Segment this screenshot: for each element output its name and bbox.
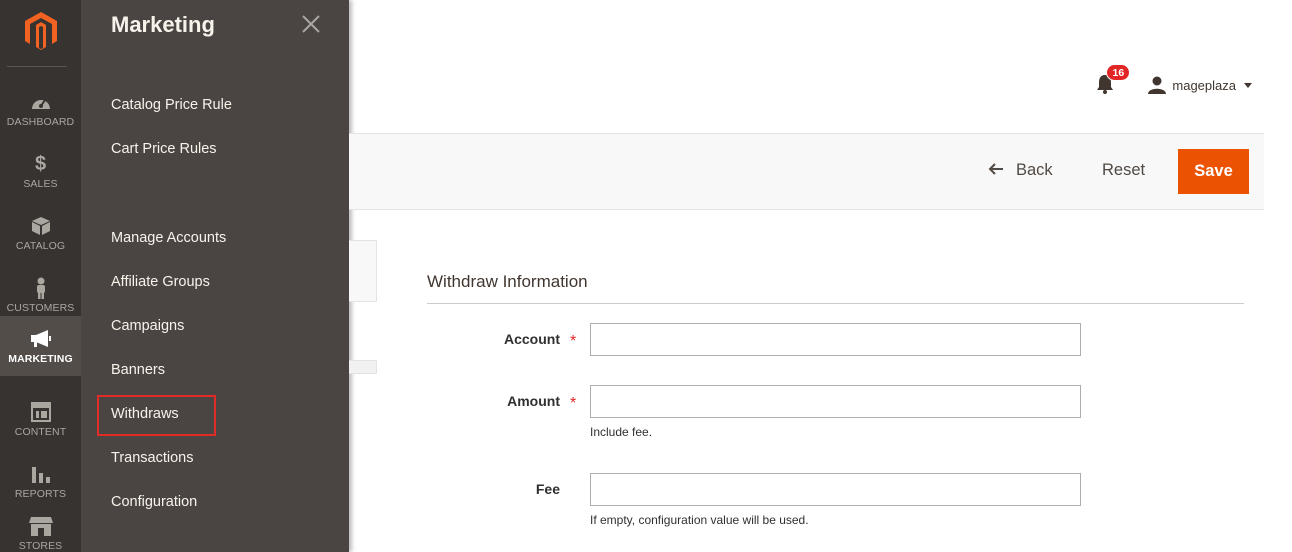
logo-divider bbox=[7, 66, 67, 67]
nav-item-stores[interactable]: STORES bbox=[0, 506, 81, 552]
submenu-link-transactions[interactable]: Transactions bbox=[111, 450, 193, 466]
user-name: mageplaza bbox=[1172, 77, 1236, 93]
nav-label: DASHBOARD bbox=[6, 116, 75, 128]
nav-label: REPORTS bbox=[14, 488, 67, 500]
submenu-link-catalog-price-rule[interactable]: Catalog Price Rule bbox=[111, 97, 232, 113]
magento-logo-icon[interactable] bbox=[0, 0, 81, 62]
nav-label: STORES bbox=[18, 540, 63, 552]
submenu-link-configuration[interactable]: Configuration bbox=[111, 494, 197, 510]
person-icon bbox=[34, 276, 48, 300]
cube-icon bbox=[31, 214, 51, 238]
nav-item-content[interactable]: CONTENT bbox=[0, 388, 81, 450]
fee-label: Fee bbox=[535, 481, 560, 497]
account-field[interactable] bbox=[590, 323, 1081, 356]
close-icon[interactable] bbox=[301, 14, 323, 36]
dashboard-icon bbox=[30, 90, 52, 114]
nav-item-dashboard[interactable]: DASHBOARD bbox=[0, 78, 81, 140]
fee-note: If empty, configuration value will be us… bbox=[590, 513, 809, 527]
user-icon bbox=[1148, 76, 1167, 94]
admin-menu: DASHBOARD $ SALES CATALOG CUSTOMERS MARK… bbox=[0, 0, 81, 552]
notifications-button[interactable]: 16 bbox=[1096, 64, 1131, 96]
user-menu[interactable]: mageplaza bbox=[1148, 76, 1252, 94]
submenu-link-cart-price-rules[interactable]: Cart Price Rules bbox=[111, 141, 217, 157]
page-actions-bar: Back Reset Save bbox=[349, 133, 1264, 210]
nav-label: CONTENT bbox=[14, 426, 67, 438]
back-button[interactable]: Back bbox=[988, 161, 1053, 180]
nav-item-marketing[interactable]: MARKETING bbox=[0, 316, 81, 376]
nav-label: SALES bbox=[23, 178, 58, 190]
megaphone-icon bbox=[30, 327, 52, 351]
back-label: Back bbox=[1016, 161, 1053, 179]
marketing-submenu: Marketing Catalog Price Rule Cart Price … bbox=[81, 0, 349, 552]
submenu-link-withdraws[interactable]: Withdraws bbox=[111, 406, 179, 422]
side-tab-stub[interactable] bbox=[349, 240, 377, 302]
submenu-title: Marketing bbox=[111, 12, 215, 37]
dollar-icon: $ bbox=[34, 152, 47, 175]
nav-label: MARKETING bbox=[8, 353, 73, 365]
required-marker: * bbox=[570, 333, 577, 350]
submenu-link-manage-accounts[interactable]: Manage Accounts bbox=[111, 230, 226, 246]
submenu-link-affiliate-groups[interactable]: Affiliate Groups bbox=[111, 274, 210, 290]
amount-label: Amount bbox=[507, 393, 560, 409]
nav-item-catalog[interactable]: CATALOG bbox=[0, 202, 81, 264]
section-divider bbox=[427, 303, 1244, 304]
chevron-down-icon bbox=[1244, 82, 1252, 88]
account-label: Account bbox=[504, 331, 560, 347]
submenu-link-banners[interactable]: Banners bbox=[111, 362, 165, 378]
nav-label: CUSTOMERS bbox=[6, 302, 75, 314]
save-button[interactable]: Save bbox=[1178, 149, 1249, 194]
side-tab-stub[interactable] bbox=[349, 360, 377, 374]
submenu-link-campaigns[interactable]: Campaigns bbox=[111, 318, 184, 334]
bar-chart-icon bbox=[31, 462, 51, 486]
required-marker: * bbox=[570, 395, 577, 412]
nav-label: CATALOG bbox=[15, 240, 66, 252]
notification-count-badge: 16 bbox=[1106, 64, 1131, 81]
nav-item-sales[interactable]: $ SALES bbox=[0, 140, 81, 202]
layout-icon bbox=[30, 400, 51, 424]
fee-field[interactable] bbox=[590, 473, 1081, 506]
section-title: Withdraw Information bbox=[427, 272, 588, 291]
amount-note: Include fee. bbox=[590, 425, 653, 439]
nav-item-reports[interactable]: REPORTS bbox=[0, 450, 81, 512]
header-actions: 16 mageplaza bbox=[1096, 64, 1252, 100]
arrow-left-icon bbox=[988, 161, 1004, 180]
amount-field[interactable] bbox=[590, 385, 1081, 418]
reset-button[interactable]: Reset bbox=[1102, 161, 1145, 180]
store-icon bbox=[28, 514, 53, 538]
